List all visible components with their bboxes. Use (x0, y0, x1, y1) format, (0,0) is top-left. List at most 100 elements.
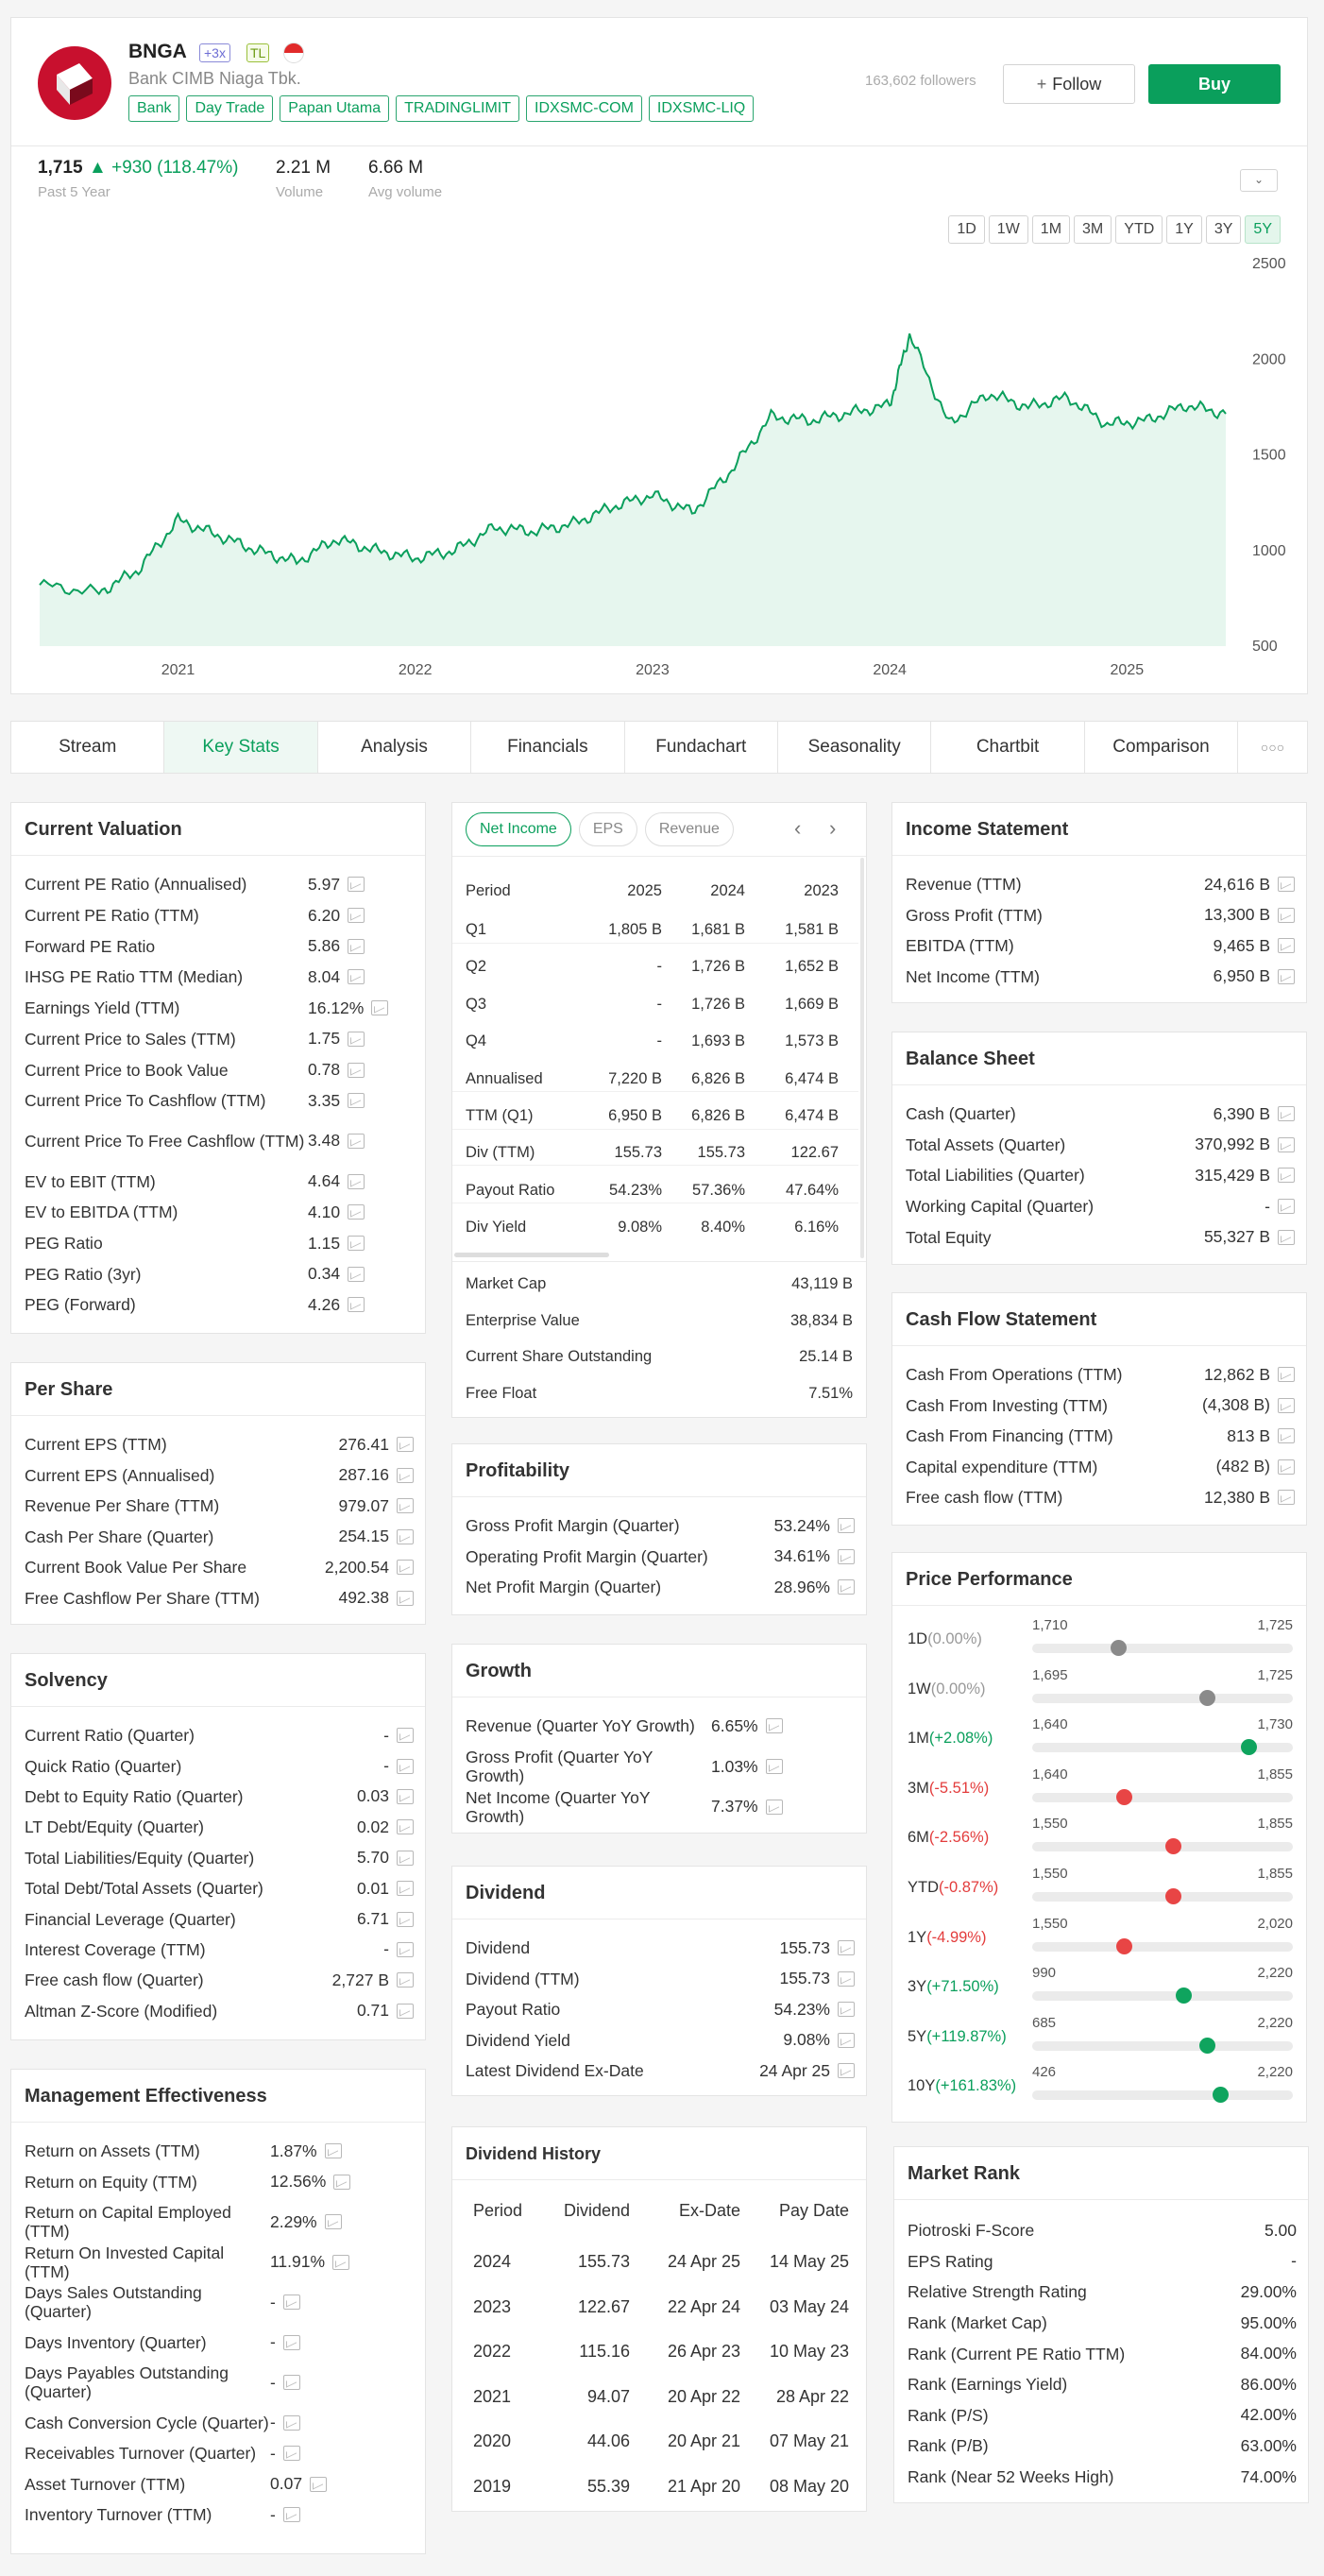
mini-chart-icon[interactable] (1278, 1106, 1295, 1122)
tab-financials[interactable]: Financials (471, 722, 625, 773)
mini-chart-icon[interactable] (765, 1799, 783, 1815)
mini-chart-icon[interactable] (765, 1759, 783, 1775)
tab-chartbit[interactable]: Chartbit (931, 722, 1085, 773)
mini-chart-icon[interactable] (397, 1528, 414, 1544)
mini-chart-icon[interactable] (1278, 1397, 1295, 1413)
mini-chart-icon[interactable] (397, 1972, 414, 1988)
mini-chart-icon[interactable] (838, 1548, 855, 1564)
mini-chart-icon[interactable] (348, 1266, 365, 1282)
mini-chart-icon[interactable] (348, 1133, 365, 1149)
mini-chart-icon[interactable] (371, 1000, 389, 1016)
tab-stream[interactable]: Stream (11, 722, 165, 773)
mini-chart-icon[interactable] (397, 1911, 414, 1927)
timeframe-ytd[interactable]: YTD (1115, 215, 1163, 244)
mini-chart-icon[interactable] (397, 1758, 414, 1774)
mini-chart-icon[interactable] (348, 908, 365, 924)
mini-chart-icon[interactable] (1278, 1428, 1295, 1444)
mini-chart-icon[interactable] (282, 2295, 300, 2311)
mini-chart-icon[interactable] (348, 1297, 365, 1313)
chevron-left-icon[interactable]: ‹ (794, 816, 801, 841)
mini-chart-icon[interactable] (397, 1941, 414, 1957)
mini-chart-icon[interactable] (348, 1236, 365, 1252)
follow-button[interactable]: + Follow (1003, 64, 1135, 104)
horizontal-scrollbar[interactable] (454, 1253, 609, 1257)
mini-chart-icon[interactable] (838, 2002, 855, 2018)
mini-chart-icon[interactable] (397, 1498, 414, 1514)
mini-chart-icon[interactable] (397, 1590, 414, 1606)
net-income-tab-eps[interactable]: EPS (578, 812, 637, 846)
mini-chart-icon[interactable] (282, 2375, 300, 2391)
timeframe-1m[interactable]: 1M (1031, 215, 1071, 244)
mini-chart-icon[interactable] (1278, 1459, 1295, 1475)
mini-chart-icon[interactable] (348, 1062, 365, 1078)
mini-chart-icon[interactable] (348, 1093, 365, 1109)
mini-chart-icon[interactable] (324, 2214, 342, 2230)
mini-chart-icon[interactable] (397, 2003, 414, 2019)
tag-pill[interactable]: IDXSMC-COM (526, 95, 642, 122)
timeframe-5y[interactable]: 5Y (1245, 215, 1281, 244)
mini-chart-icon[interactable] (838, 1518, 855, 1534)
mini-chart-icon[interactable] (332, 2254, 350, 2270)
mini-chart-icon[interactable] (1278, 907, 1295, 923)
mini-chart-icon[interactable] (397, 1437, 414, 1453)
net-income-tab-revenue[interactable]: Revenue (644, 812, 734, 846)
mini-chart-icon[interactable] (397, 1881, 414, 1897)
mini-chart-icon[interactable] (397, 1788, 414, 1804)
tag-pill[interactable]: IDXSMC-LIQ (648, 95, 755, 122)
timeframe-3m[interactable]: 3M (1074, 215, 1112, 244)
mini-chart-icon[interactable] (1278, 968, 1295, 984)
tag-pill[interactable]: TRADINGLIMIT (396, 95, 520, 122)
timeframe-1d[interactable]: 1D (948, 215, 985, 244)
mini-chart-icon[interactable] (838, 2063, 855, 2079)
tab-comparison[interactable]: Comparison (1085, 722, 1239, 773)
tag-pill[interactable]: Bank (128, 95, 180, 122)
mini-chart-icon[interactable] (282, 2446, 300, 2462)
mini-chart-icon[interactable] (838, 1970, 855, 1987)
chevron-down-icon[interactable]: ⌄ (1240, 169, 1278, 192)
mini-chart-icon[interactable] (348, 877, 365, 893)
mini-chart-icon[interactable] (765, 1718, 783, 1734)
mini-chart-icon[interactable] (310, 2476, 328, 2492)
tag-pill[interactable]: Papan Utama (280, 95, 390, 122)
timeframe-3y[interactable]: 3Y (1205, 215, 1242, 244)
mini-chart-icon[interactable] (348, 1031, 365, 1047)
tab-analysis[interactable]: Analysis (318, 722, 472, 773)
tab-key-stats[interactable]: Key Stats (164, 722, 318, 773)
mini-chart-icon[interactable] (282, 2414, 300, 2431)
mini-chart-icon[interactable] (1278, 1199, 1295, 1215)
tab-seasonality[interactable]: Seasonality (778, 722, 932, 773)
mini-chart-icon[interactable] (397, 1728, 414, 1744)
mini-chart-icon[interactable] (397, 1819, 414, 1835)
mini-chart-icon[interactable] (397, 1467, 414, 1483)
mini-chart-icon[interactable] (1278, 1136, 1295, 1152)
more-tabs-icon[interactable]: ○○○ (1238, 722, 1307, 773)
mini-chart-icon[interactable] (1278, 877, 1295, 893)
mini-chart-icon[interactable] (348, 969, 365, 985)
mini-chart-icon[interactable] (333, 2174, 351, 2190)
mini-chart-icon[interactable] (1278, 1168, 1295, 1184)
mini-chart-icon[interactable] (348, 1204, 365, 1220)
tag-pill[interactable]: Day Trade (186, 95, 274, 122)
mini-chart-icon[interactable] (1278, 1367, 1295, 1383)
mini-chart-icon[interactable] (1278, 1229, 1295, 1245)
timeframe-1y[interactable]: 1Y (1166, 215, 1202, 244)
mini-chart-icon[interactable] (282, 2334, 300, 2350)
tab-fundachart[interactable]: Fundachart (625, 722, 778, 773)
mini-chart-icon[interactable] (348, 1173, 365, 1189)
vertical-scrollbar[interactable] (860, 858, 864, 1258)
mini-chart-icon[interactable] (397, 1560, 414, 1576)
mini-chart-icon[interactable] (282, 2507, 300, 2523)
chevron-right-icon[interactable]: › (829, 816, 836, 841)
timeframe-1w[interactable]: 1W (988, 215, 1028, 244)
mini-chart-icon[interactable] (838, 2032, 855, 2048)
mini-chart-icon[interactable] (838, 1579, 855, 1595)
mini-chart-icon[interactable] (397, 1850, 414, 1866)
mini-chart-icon[interactable] (1278, 1490, 1295, 1506)
net-income-tab-net-income[interactable]: Net Income (466, 812, 571, 846)
table-header: Period (466, 882, 511, 899)
mini-chart-icon[interactable] (348, 938, 365, 954)
buy-button[interactable]: Buy (1148, 64, 1281, 104)
mini-chart-icon[interactable] (838, 1940, 855, 1956)
mini-chart-icon[interactable] (1278, 938, 1295, 954)
mini-chart-icon[interactable] (324, 2143, 342, 2159)
